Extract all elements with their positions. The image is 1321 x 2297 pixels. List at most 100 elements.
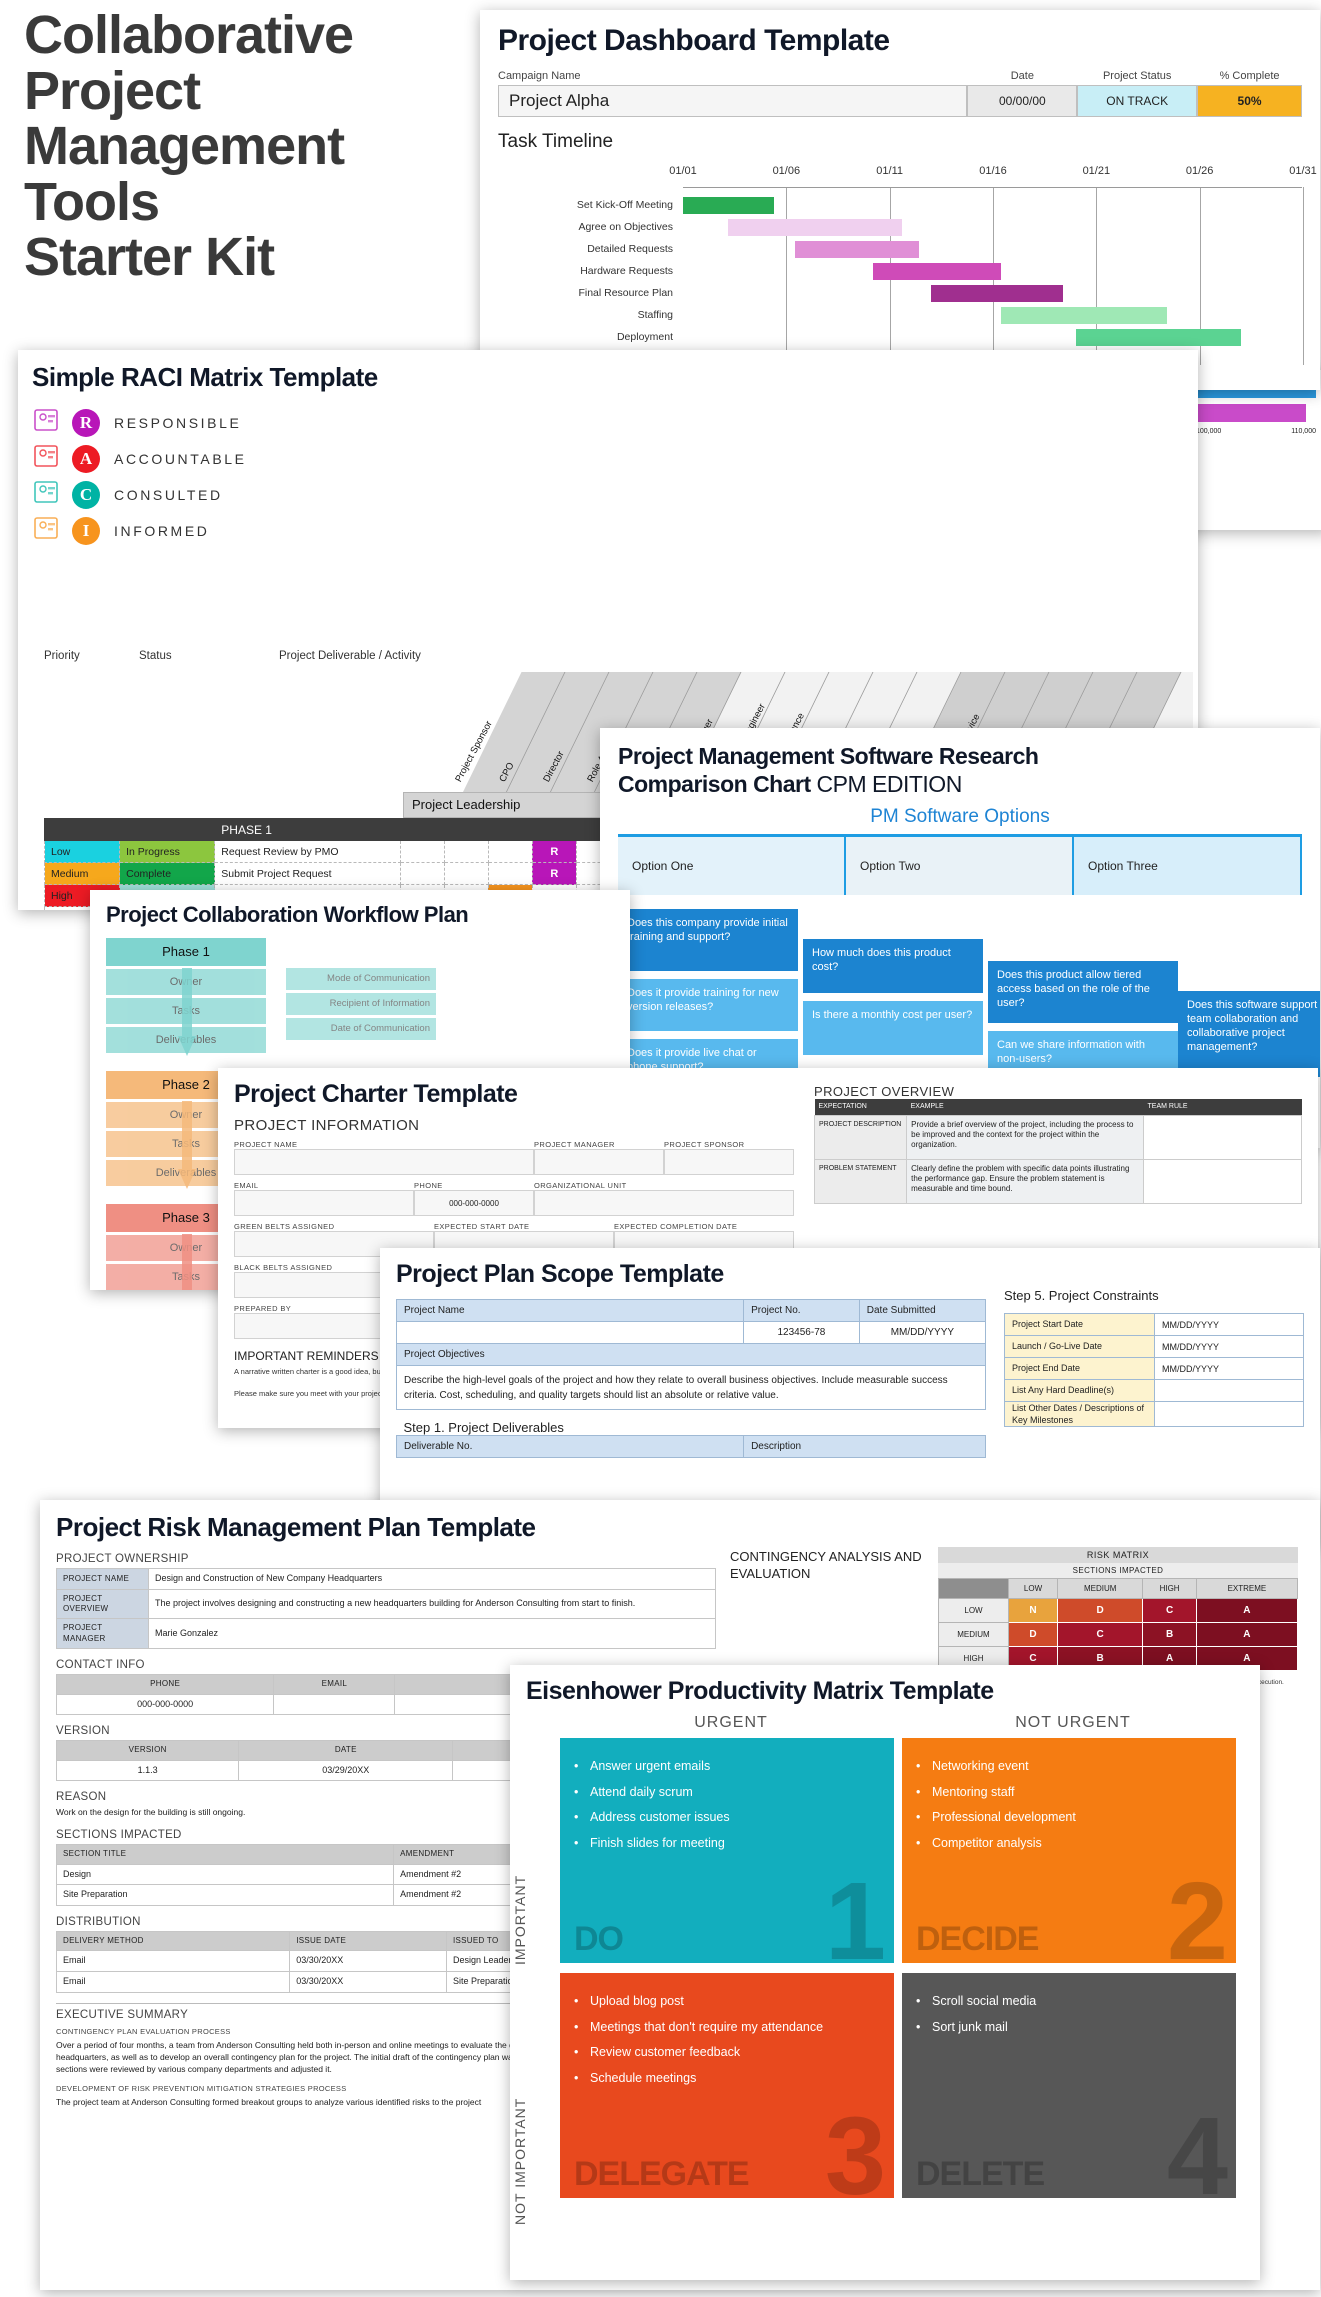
scope-table: Project Name Project No. Date Submitted 123… [395, 1299, 987, 1458]
date-value[interactable]: 00/00/00 [967, 85, 1078, 117]
quadrant-list: Scroll social mediaSort junk mail [916, 1989, 1222, 2040]
raci-legend-label: CONSULTED [114, 487, 223, 503]
charter-field-input[interactable] [234, 1149, 534, 1175]
charter-field-label: PROJECT NAME [234, 1140, 298, 1149]
table-row: EXPECTATION EXAMPLE TEAM RULE [814, 1099, 1302, 1115]
gantt-bar[interactable] [873, 263, 1002, 280]
gantt-tick: 01/16 [979, 165, 1007, 177]
quadrant-list: Networking eventMentoring staffProfessio… [916, 1754, 1222, 1857]
charter-field-input[interactable] [664, 1149, 794, 1175]
status-badge[interactable]: ON TRACK [1077, 85, 1198, 117]
constraint-value[interactable] [1154, 1400, 1304, 1428]
distribution-value[interactable]: 03/30/20XX [289, 1971, 447, 1993]
charter-field-input[interactable]: 000-000-0000 [414, 1190, 534, 1216]
percent-complete-badge[interactable]: 50% [1197, 85, 1302, 117]
risk-matrix-cell: D [1057, 1598, 1144, 1623]
list-item[interactable]: Schedule meetings [574, 2066, 880, 2092]
distribution-value[interactable]: 03/30/20XX [289, 1950, 447, 1973]
risk-matrix-cell: C [1142, 1598, 1197, 1623]
risk-matrix-table: LOW MEDIUM HIGH EXTREME LOW N D C A MEDIUM D C B A HIG… [938, 1578, 1299, 1671]
col-label-not-urgent: NOT URGENT [1015, 1714, 1131, 1731]
swr-question-box[interactable]: Does this product allow tiered access ba… [988, 961, 1178, 1024]
overview-team-rule[interactable] [1143, 1114, 1302, 1160]
risk-matrix-corner [938, 1578, 1009, 1599]
constraint-value[interactable]: MM/DD/YYYY [1154, 1335, 1304, 1358]
gantt-bar[interactable] [931, 285, 1064, 302]
overview-col-header: TEAM RULE [1143, 1099, 1302, 1115]
gantt-bar[interactable] [1001, 307, 1167, 324]
swr-option-header[interactable]: Option Three [1074, 837, 1302, 896]
overview-example: Clearly define the problem with specific… [906, 1158, 1145, 1204]
swr-question-box[interactable]: Does this company provide initial traini… [618, 909, 798, 972]
campaign-name-input[interactable]: Project Alpha [498, 85, 968, 117]
distribution-value[interactable]: Email [55, 1950, 291, 1973]
scope-project-name[interactable] [395, 1321, 745, 1344]
risk-matrix-cell: A [1195, 1598, 1299, 1623]
risk-field-value[interactable]: Marie Gonzalez [148, 1618, 716, 1650]
swr-question-box[interactable]: Does it provide training for new version… [618, 979, 798, 1032]
list-item[interactable]: Scroll social media [916, 1989, 1222, 2015]
ownership-table: PROJECT NAME Design and Construction of N… [56, 1568, 716, 1650]
gantt-axis [683, 187, 1302, 188]
list-item[interactable]: Upload blog post [574, 1989, 880, 2015]
constraint-value[interactable]: MM/DD/YYYY [1154, 1357, 1304, 1380]
risk-field-value[interactable]: The project involves designing and const… [148, 1588, 716, 1620]
sections-value[interactable]: Site Preparation [55, 1884, 395, 1907]
table-cell [399, 818, 445, 841]
list-item[interactable]: Professional development [916, 1805, 1222, 1831]
gantt-bar[interactable] [1075, 329, 1241, 346]
list-item[interactable]: Address customer issues [574, 1805, 880, 1831]
table-row: Project Start Date MM/DD/YYYY [1004, 1313, 1304, 1336]
raci-legend-label: ACCOUNTABLE [114, 451, 247, 467]
sections-value[interactable]: Design [55, 1863, 395, 1886]
distribution-value[interactable]: Email [55, 1971, 291, 1993]
constraint-label: Project Start Date [1004, 1313, 1155, 1336]
contact-value[interactable]: 000-000-0000 [55, 1693, 275, 1716]
table-row: Describe the high-level goals of the pro… [396, 1365, 986, 1410]
list-item[interactable]: Networking event [916, 1754, 1222, 1780]
quadrant-number: 3 [824, 2095, 886, 2218]
gantt-bar[interactable] [728, 219, 903, 236]
overview-team-rule[interactable] [1143, 1158, 1302, 1204]
risk-field-value[interactable]: Design and Construction of New Company H… [148, 1568, 716, 1590]
swr-question-box[interactable]: Does this software support team collabor… [1178, 991, 1320, 1078]
charter-field-input[interactable] [534, 1190, 794, 1216]
gantt-task-label: Set Kick-Off Meeting [576, 199, 673, 211]
list-item[interactable]: Competitor analysis [916, 1831, 1222, 1857]
scope-date-submitted[interactable]: MM/DD/YYYY [858, 1321, 987, 1344]
constraint-value[interactable] [1154, 1379, 1304, 1402]
swr-question-box[interactable]: Is there a monthly cost per user? [803, 1001, 983, 1056]
list-item[interactable]: Sort junk mail [916, 2015, 1222, 2041]
charter-field-label: PROJECT SPONSOR [664, 1140, 745, 1149]
swr-question-box[interactable]: How much does this product cost? [803, 939, 983, 994]
swr-option-header[interactable]: Option Two [846, 837, 1074, 896]
charter-field-input[interactable] [534, 1149, 664, 1175]
list-item[interactable]: Attend daily scrum [574, 1780, 880, 1806]
list-item[interactable]: Mentoring staff [916, 1780, 1222, 1806]
version-value[interactable]: 03/29/20XX [238, 1759, 454, 1782]
list-item[interactable]: Review customer feedback [574, 2040, 880, 2066]
charter-field-input[interactable] [234, 1190, 414, 1216]
constraint-value[interactable]: MM/DD/YYYY [1154, 1313, 1304, 1336]
gantt-bar[interactable] [794, 241, 919, 258]
eisenhower-quadrant: Scroll social mediaSort junk mailDELETE4 [902, 1973, 1236, 2212]
mini-chart-ticks: 100,000 110,000 [1196, 428, 1316, 435]
list-item[interactable]: Finish slides for meeting [574, 1831, 880, 1857]
risk-matrix-row-header: MEDIUM [938, 1622, 1009, 1647]
row-label-important: IMPORTANT [512, 1874, 528, 1965]
list-item[interactable]: Meetings that don't require my attendanc… [574, 2015, 880, 2041]
hero-line: Starter Kit [24, 227, 275, 288]
version-value[interactable]: 1.1.3 [55, 1759, 240, 1782]
swr-option-header[interactable]: Option One [618, 837, 846, 896]
charter-label-row: EMAIL PHONE ORGANIZATIONAL UNIT [234, 1175, 794, 1190]
contact-value[interactable] [273, 1693, 396, 1716]
dashboard-title: Project Dashboard Template [498, 24, 890, 57]
deliverables-col: Description [743, 1435, 986, 1458]
list-item[interactable]: Answer urgent emails [574, 1754, 880, 1780]
overview-col-header: EXPECTATION [814, 1099, 907, 1115]
scope-project-no[interactable]: 123456-78 [743, 1321, 860, 1344]
priority-cell: Medium [43, 862, 121, 885]
quadrant-list: Upload blog postMeetings that don't requ… [574, 1989, 880, 2092]
table-row: List Other Dates / Descriptions of Key M… [1004, 1400, 1304, 1428]
gantt-bar[interactable] [683, 197, 774, 214]
